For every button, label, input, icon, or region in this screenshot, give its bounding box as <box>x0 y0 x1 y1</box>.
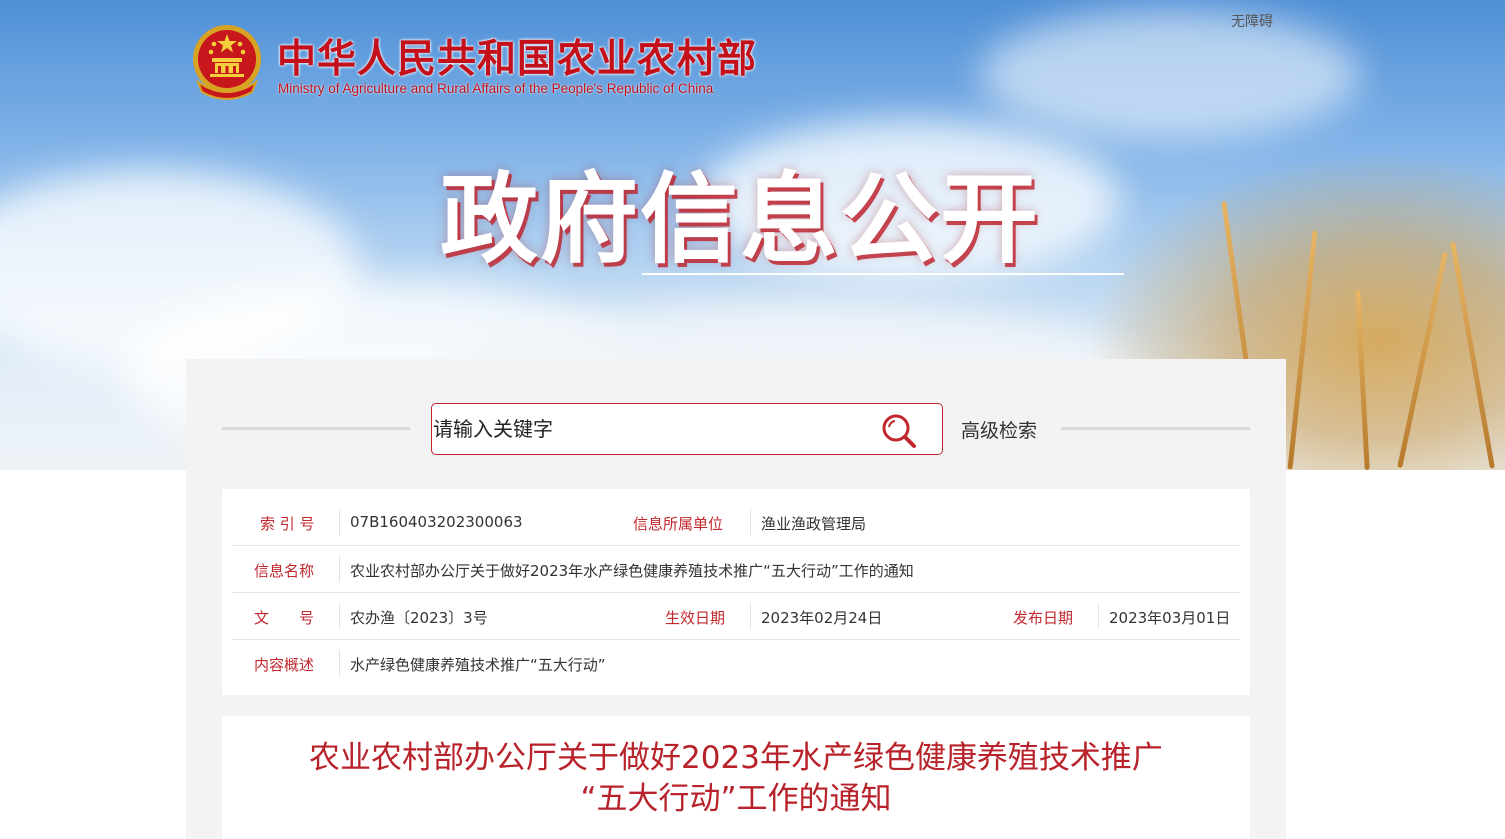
name-value: 农业农村部办公厅关于做好2023年水产绿色健康养殖技术推广“五大行动”工作的通知 <box>350 562 914 580</box>
divider <box>339 650 340 676</box>
name-label: 信息名称 <box>254 562 315 580</box>
publish-date-label: 发布日期 <box>1013 609 1074 627</box>
metadata-table: 索 引 号 07B160403202300063 信息所属单位 渔业渔政管理局 … <box>222 489 1250 695</box>
advanced-search-link[interactable]: 高级检索 <box>961 416 1037 443</box>
article-title-line: “五大行动”工作的通知 <box>580 781 892 817</box>
article-title: 农业农村部办公厅关于做好2023年水产绿色健康养殖技术推广 “五大行动”工作的通… <box>222 738 1250 820</box>
article-title-line: 农业农村部办公厅关于做好2023年水产绿色健康养殖技术推广 <box>309 740 1163 776</box>
divider <box>750 603 751 629</box>
divider <box>222 427 410 430</box>
docno-label: 文 号 <box>254 609 315 627</box>
table-row: 文 号 农办渔〔2023〕3号 生效日期 2023年02月24日 发布日期 20… <box>232 593 1240 640</box>
unit-label: 信息所属单位 <box>633 515 724 533</box>
divider <box>339 509 340 535</box>
divider <box>339 603 340 629</box>
effective-date-value: 2023年02月24日 <box>761 609 883 627</box>
divider <box>750 509 751 535</box>
table-row: 内容概述 水产绿色健康养殖技术推广“五大行动” <box>232 640 1240 687</box>
divider <box>1061 427 1250 430</box>
main-container: 高级检索 索 引 号 07B160403202300063 信息所属单位 渔业渔… <box>186 359 1286 839</box>
summary-value: 水产绿色健康养殖技术推广“五大行动” <box>350 656 606 674</box>
ministry-name-en: Ministry of Agriculture and Rural Affair… <box>278 81 714 96</box>
article-panel: 农业农村部办公厅关于做好2023年水产绿色健康养殖技术推广 “五大行动”工作的通… <box>222 716 1250 839</box>
index-value: 07B160403202300063 <box>350 513 523 531</box>
accessibility-link[interactable]: 无障碍 <box>1231 11 1273 31</box>
cloud-decoration <box>980 10 1360 140</box>
table-row: 信息名称 农业农村部办公厅关于做好2023年水产绿色健康养殖技术推广“五大行动”… <box>232 546 1240 593</box>
hero-divider <box>642 273 1124 275</box>
search-box <box>431 403 943 455</box>
search-icon[interactable] <box>881 413 917 449</box>
ministry-name-cn: 中华人民共和国农业农村部 <box>277 36 758 82</box>
unit-value: 渔业渔政管理局 <box>761 515 867 533</box>
national-emblem-icon <box>193 25 261 100</box>
docno-value: 农办渔〔2023〕3号 <box>350 609 488 627</box>
index-label: 索 引 号 <box>260 515 315 533</box>
search-bar: 高级检索 <box>186 403 1286 455</box>
divider <box>339 556 340 582</box>
search-input[interactable] <box>433 405 873 453</box>
summary-label: 内容概述 <box>254 656 315 674</box>
hero-title: 政府信息公开 <box>440 163 1041 277</box>
table-row: 索 引 号 07B160403202300063 信息所属单位 渔业渔政管理局 <box>232 499 1240 546</box>
divider <box>1098 603 1099 629</box>
publish-date-value: 2023年03月01日 <box>1109 609 1231 627</box>
effective-date-label: 生效日期 <box>665 609 726 627</box>
